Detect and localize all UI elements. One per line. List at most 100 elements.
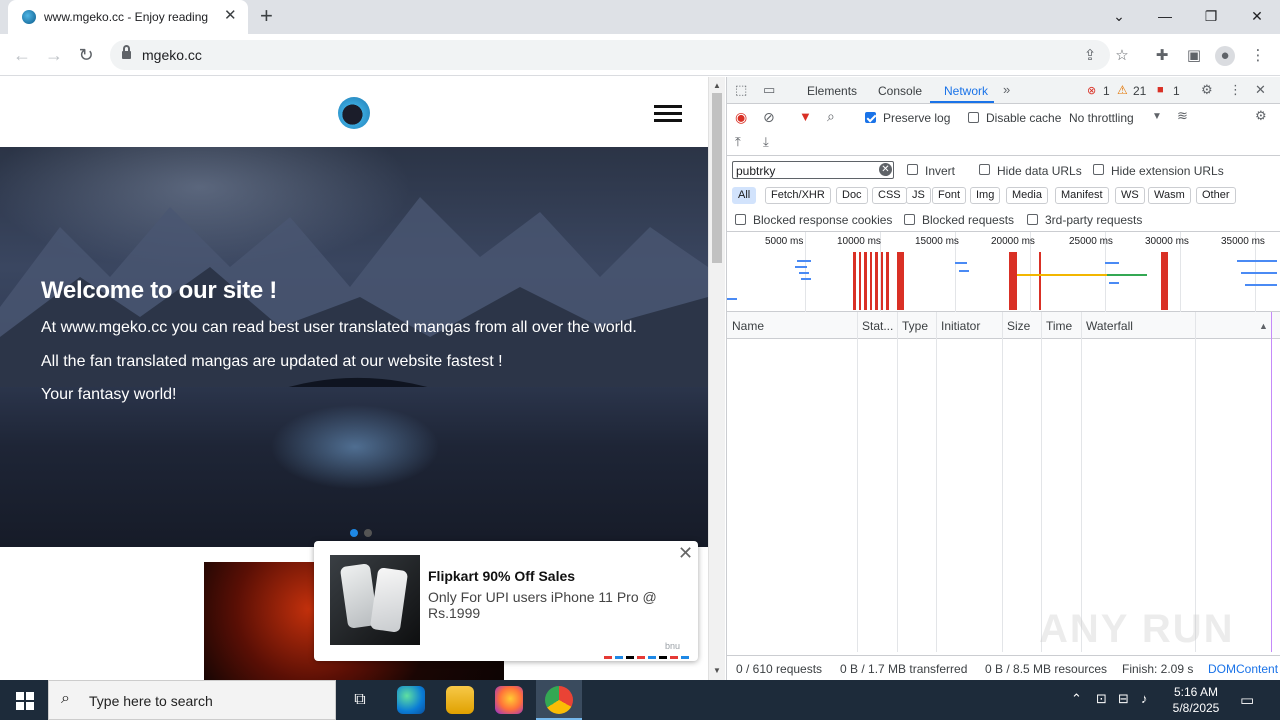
lock-icon[interactable] [122,45,131,60]
filter-css[interactable]: CSS [872,187,907,204]
more-menu-icon[interactable]: ⋮ [1248,46,1268,66]
tab-network[interactable]: Network [944,84,988,98]
network-conditions-wifi-icon[interactable]: ≋ [1177,108,1188,124]
column-time[interactable]: Time [1046,319,1072,333]
throttling-dropdown-icon[interactable]: ▼ [1152,109,1162,125]
taskbar-search-placeholder[interactable]: Type here to search [89,693,213,709]
filter-all[interactable]: All [732,187,757,204]
close-window-button[interactable]: ✕ [1247,6,1267,26]
address-bar[interactable]: mgeko.cc [110,40,1110,70]
filter-value[interactable]: pubtrky [736,164,775,178]
filter-img[interactable]: Img [970,187,1001,204]
devtools-close-icon[interactable]: ✕ [1255,82,1266,98]
filter-fetch-xhr[interactable]: Fetch/XHR [765,187,831,204]
blocked-requests-label[interactable]: Blocked requests [922,213,1014,227]
network-icon[interactable]: ⊟ [1118,691,1129,707]
devtools-more-icon[interactable]: ⋮ [1229,82,1242,98]
show-hidden-icons-chevron-icon[interactable]: ⌃ [1071,691,1082,707]
clear-filter-icon[interactable]: ✕ [879,163,892,176]
filter-input[interactable]: pubtrky ✕ [732,161,894,179]
filter-media[interactable]: Media [1006,187,1048,204]
warning-count[interactable]: 21 [1133,84,1146,98]
volume-icon[interactable]: ♪ [1141,691,1148,706]
edge-app-icon[interactable] [397,686,425,714]
device-toolbar-icon[interactable]: ▭ [763,82,775,98]
back-button[interactable]: ← [10,44,34,66]
hide-data-urls-label[interactable]: Hide data URLs [997,164,1082,178]
side-panel-icon[interactable]: ▣ [1184,46,1204,66]
share-icon[interactable]: ⇪ [1080,46,1100,66]
third-party-label[interactable]: 3rd-party requests [1045,213,1142,227]
new-tab-button[interactable]: + [260,5,273,27]
disable-cache-checkbox[interactable] [968,112,979,123]
hide-extension-urls-label[interactable]: Hide extension URLs [1111,164,1224,178]
scroll-up-arrow-icon[interactable]: ▲ [713,81,721,90]
filter-funnel-icon[interactable]: ▼ [799,109,812,125]
ad-close-icon[interactable]: ✕ [678,543,693,564]
tab-elements[interactable]: Elements [807,84,857,98]
system-clock[interactable]: 5:16 AM 5/8/2025 [1168,684,1224,716]
filter-js[interactable]: JS [906,187,931,204]
ad-product-image[interactable] [330,555,420,645]
site-logo[interactable] [338,97,370,129]
filter-other[interactable]: Other [1196,187,1236,204]
column-size[interactable]: Size [1007,319,1030,333]
reload-button[interactable]: ↻ [74,44,98,66]
filter-ws[interactable]: WS [1115,187,1145,204]
column-initiator[interactable]: Initiator [941,319,980,333]
ad-popup[interactable]: Flipkart 90% Off Sales Only For UPI user… [314,541,698,661]
invert-checkbox[interactable] [907,164,918,175]
blocked-requests-checkbox[interactable] [904,214,915,225]
settings-gear-icon[interactable]: ⚙ [1201,82,1213,98]
blocked-cookies-checkbox[interactable] [735,214,746,225]
issues-count-icon[interactable]: ■ [1157,82,1164,98]
forward-button[interactable]: → [42,44,66,66]
search-icon[interactable]: ⌕ [827,108,835,124]
taskbar-search[interactable]: ⌕ Type here to search [48,680,336,720]
restore-button[interactable]: ❐ [1201,6,1221,26]
minimize-button[interactable]: — [1155,6,1175,26]
tab-search-chevron-icon[interactable]: ⌄ [1109,6,1129,26]
carousel-dot[interactable] [364,529,372,537]
hide-extension-urls-checkbox[interactable] [1093,164,1104,175]
column-waterfall[interactable]: Waterfall [1086,319,1133,333]
page-scrollbar[interactable]: ▲ ▼ [708,77,725,680]
bookmark-star-icon[interactable]: ☆ [1112,46,1132,66]
clear-log-icon[interactable]: ⊘ [763,109,775,125]
warning-count-icon[interactable]: ⚠ [1117,82,1128,98]
blocked-cookies-label[interactable]: Blocked response cookies [753,213,892,227]
disable-cache-label[interactable]: Disable cache [986,111,1061,125]
error-count-icon[interactable]: ⊗ [1087,83,1096,99]
notifications-icon[interactable]: ▭ [1240,691,1254,709]
task-view-icon[interactable]: ⧉ [346,686,374,714]
error-count[interactable]: 1 [1103,84,1110,98]
ad-title[interactable]: Flipkart 90% Off Sales [428,568,575,584]
hamburger-menu-icon[interactable] [654,105,682,123]
close-tab-icon[interactable]: ✕ [224,8,237,24]
import-har-icon[interactable]: ⤒ [735,134,741,150]
extensions-puzzle-icon[interactable]: ✚ [1152,46,1172,66]
preserve-log-label[interactable]: Preserve log [883,111,950,125]
url-text[interactable]: mgeko.cc [142,47,202,63]
tab-console[interactable]: Console [878,84,922,98]
network-overview-timeline[interactable]: 5000 ms 10000 ms 15000 ms 20000 ms 25000… [727,232,1280,312]
more-tabs-chevron-icon[interactable]: » [1003,82,1010,98]
firefox-app-icon[interactable] [495,686,523,714]
column-name[interactable]: Name [732,319,764,333]
export-har-icon[interactable]: ⤓ [763,134,769,150]
scrollbar-thumb[interactable] [712,93,722,263]
column-type[interactable]: Type [902,319,928,333]
record-stop-icon[interactable]: ◉ [735,109,747,125]
carousel-dot-active[interactable] [350,529,358,537]
filter-doc[interactable]: Doc [836,187,868,204]
preserve-log-checkbox[interactable] [865,112,876,123]
inspect-element-icon[interactable]: ⬚ [735,82,747,98]
throttling-select[interactable]: No throttling [1069,111,1134,125]
hide-data-urls-checkbox[interactable] [979,164,990,175]
network-settings-gear-icon[interactable]: ⚙ [1255,108,1267,124]
filter-manifest[interactable]: Manifest [1055,187,1109,204]
column-status[interactable]: Stat... [862,319,893,333]
filter-font[interactable]: Font [932,187,967,204]
ad-description[interactable]: Only For UPI users iPhone 11 Pro @ Rs.19… [428,589,658,621]
profile-avatar-icon[interactable]: ● [1215,46,1235,66]
